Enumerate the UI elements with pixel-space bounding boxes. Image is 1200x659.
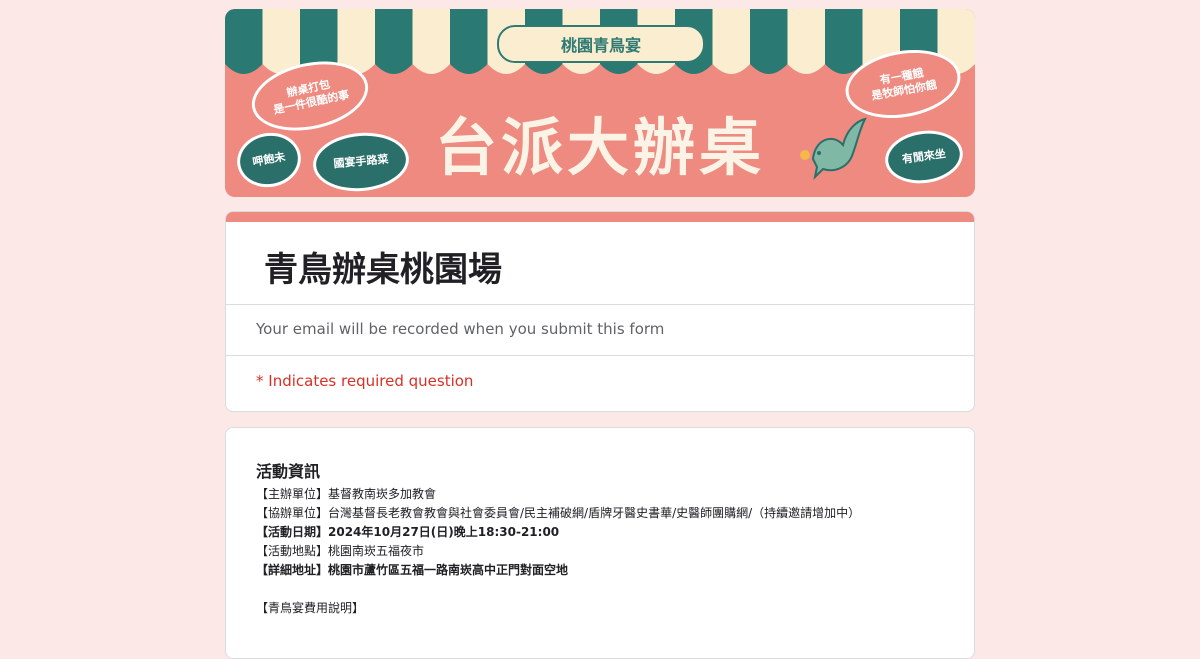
info-line-address: 【詳細地址】桃園市蘆竹區五福一路南崁高中正門對面空地 <box>256 563 569 577</box>
info-line-co-organizer: 【協辦單位】台灣基督長老教會教會與社會委員會/民主補破網/盾牌牙醫史書華/史醫師… <box>256 506 861 520</box>
email-recorded-note: Your email will be recorded when you sub… <box>256 320 665 338</box>
info-line-location: 【活動地點】桃園南崁五福夜市 <box>256 544 425 558</box>
info-line-blank <box>256 580 946 599</box>
banner-small-title: 桃園青鳥宴 <box>497 25 705 63</box>
bluebird-icon <box>800 117 867 181</box>
info-line-date: 【活動日期】2024年10月27日(日)晚上18:30-21:00 <box>256 525 560 539</box>
section-description: 【主辦單位】基督教南崁多加教會 【協辦單位】台灣基督長老教會教會與社會委員會/民… <box>256 485 946 618</box>
header-banner-image: 桃園青鳥宴 台派大辦桌 辦桌打包 是一件很酷的事 有一種餓 是牧師怕你餓 呷飽未… <box>225 9 975 197</box>
speech-bubble-5: 有閒來坐 <box>881 125 967 189</box>
card-accent-bar <box>226 212 974 222</box>
required-question-note: * Indicates required question <box>256 372 474 390</box>
section-heading: 活動資訊 <box>256 462 321 481</box>
form-title: 青鳥辦桌桃園場 <box>264 250 502 290</box>
info-line-organizer: 【主辦單位】基督教南崁多加教會 <box>256 487 437 501</box>
form-title-card: 青鳥辦桌桃園場 Your email will be recorded when… <box>225 211 975 412</box>
speech-bubble-4: 國宴手路菜 <box>310 128 412 196</box>
banner-big-title: 台派大辦桌 <box>434 111 765 184</box>
divider <box>226 355 974 356</box>
info-line-fee-heading: 【青鳥宴費用說明】 <box>256 601 365 615</box>
divider <box>226 304 974 305</box>
event-info-card: 活動資訊 【主辦單位】基督教南崁多加教會 【協辦單位】台灣基督長老教會教會與社會… <box>225 427 975 659</box>
speech-bubble-3: 呷飽未 <box>232 127 306 193</box>
